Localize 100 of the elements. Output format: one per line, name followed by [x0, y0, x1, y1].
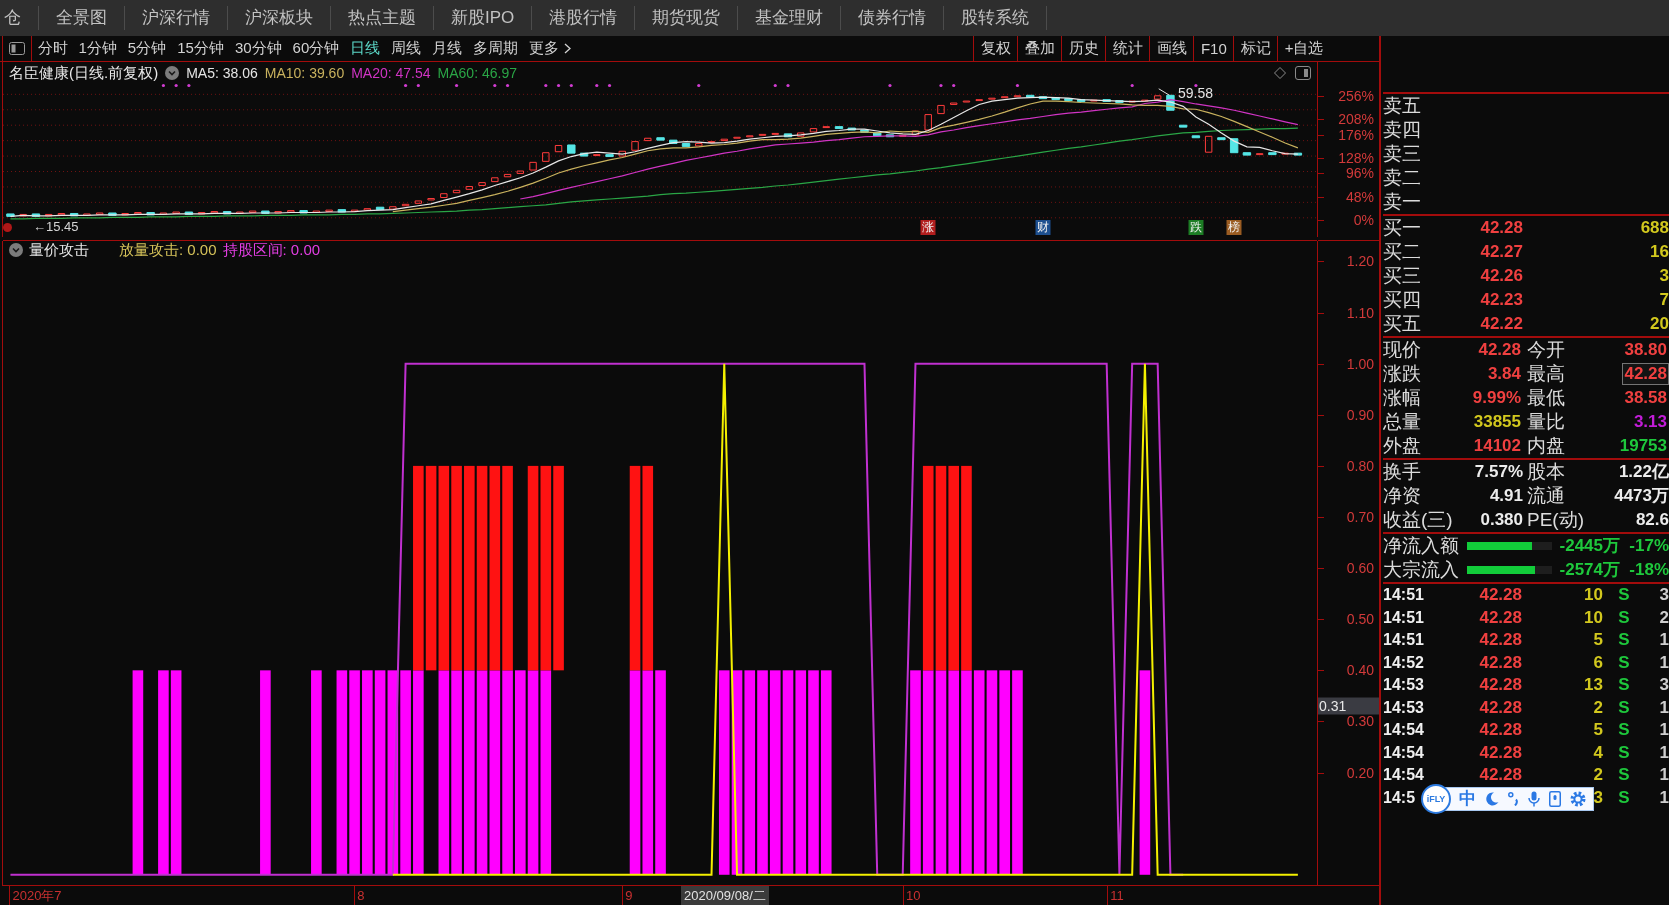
axis-label: 1.20: [1346, 253, 1374, 270]
axis-label: 0.20: [1346, 764, 1374, 781]
bid-volume: 7: [1659, 289, 1669, 311]
trade-side: S: [1618, 674, 1630, 696]
trade-time: 14:52: [1383, 652, 1424, 673]
quote-label: 外盘: [1383, 434, 1421, 458]
trade-volume: 10: [1584, 606, 1603, 629]
trade-volume: 3: [1593, 786, 1603, 809]
order-level-label: 卖四: [1383, 118, 1421, 142]
quote-value: 4.91: [1489, 485, 1523, 507]
quote-label: 净资: [1383, 484, 1421, 508]
trade-number: 1: [1659, 741, 1669, 764]
trade-volume: 2: [1593, 764, 1603, 786]
bid-volume: 688: [1640, 217, 1669, 239]
flow-amount: -2445万: [1559, 535, 1620, 557]
quote-label: 涨跌: [1383, 362, 1421, 386]
quote-value: 0.380: [1480, 509, 1523, 531]
axis-label: 0%: [1353, 211, 1374, 228]
quote-label: 收益(三): [1383, 508, 1453, 532]
trade-number: 2: [1659, 606, 1669, 629]
trade-number: 3: [1659, 674, 1669, 696]
axis-label: 48%: [1345, 188, 1374, 205]
bid-price: 42.28: [1480, 217, 1523, 239]
trade-side: S: [1618, 741, 1630, 764]
axis-label: 128%: [1338, 150, 1374, 166]
flow-label: 净流入额: [1383, 534, 1459, 558]
quote-value: 19753: [1618, 435, 1668, 457]
bid-price: 42.22: [1480, 313, 1523, 335]
quote-value: 14102: [1472, 435, 1522, 457]
trade-side: S: [1618, 696, 1630, 719]
average-value: MA20: 47.54: [351, 64, 431, 82]
quote-label: 内盘: [1527, 434, 1565, 458]
trade-number: 1: [1659, 696, 1669, 719]
quote-label: 最高: [1527, 362, 1565, 386]
order-level-label: 买二: [1383, 240, 1421, 264]
cursor-date-label: 2020/09/08/二: [681, 886, 769, 905]
trade-side: S: [1618, 764, 1630, 786]
quote-value: 3.13: [1632, 411, 1668, 433]
trade-time: 14:53: [1383, 675, 1424, 695]
trade-side: S: [1618, 786, 1630, 809]
order-level-label: 买四: [1383, 288, 1421, 312]
order-level-label: 卖一: [1383, 190, 1421, 214]
quote-value: 33855: [1472, 411, 1522, 433]
quote-label: 最低: [1527, 386, 1565, 410]
quote-value: 3.84: [1486, 363, 1522, 385]
axis-label: 0.80: [1346, 457, 1374, 474]
trade-volume: 10: [1584, 584, 1603, 606]
axis-label: 208%: [1338, 111, 1374, 128]
trade-price: 42.28: [1479, 719, 1522, 741]
trade-number: 1: [1659, 629, 1669, 651]
axis-label: 96%: [1345, 165, 1374, 182]
average-value: MA60: 46.97: [437, 64, 517, 82]
quote-value: 38.80: [1623, 339, 1668, 361]
axis-label: 2020年7: [9, 886, 62, 905]
trade-price: 42.28: [1479, 606, 1522, 629]
trade-price: 42.28: [1479, 741, 1522, 764]
indicator-value: 放量攻击: 0.00: [119, 241, 217, 259]
axis-label: 1.10: [1346, 304, 1374, 321]
bid-price: 42.26: [1480, 265, 1523, 287]
trade-volume: 2: [1593, 696, 1603, 719]
trade-volume: 5: [1593, 629, 1603, 651]
quote-label: 换手: [1383, 460, 1421, 484]
quote-label: 现价: [1383, 338, 1421, 362]
trade-price: 42.28: [1479, 674, 1522, 696]
axis-label: 1.00: [1346, 355, 1374, 372]
trade-number: 1: [1659, 786, 1669, 809]
quote-label: 股本: [1527, 460, 1565, 484]
axis-label: 0.60: [1346, 560, 1374, 577]
quote-value: 1.22亿: [1618, 461, 1669, 483]
trade-side: S: [1618, 606, 1630, 629]
axis-label: 9: [622, 886, 633, 905]
trade-number: 1: [1659, 764, 1669, 786]
quote-label: 流通: [1527, 484, 1565, 508]
order-level-label: 卖二: [1383, 166, 1421, 190]
chart-title: 名臣健康(日线.前复权): [9, 64, 159, 82]
axis-label: 8: [354, 886, 365, 905]
trade-volume: 5: [1593, 719, 1603, 741]
low-price-label: ←15.45: [33, 220, 79, 234]
trade-price: 42.28: [1479, 651, 1522, 674]
trade-time: 14:5: [1383, 787, 1416, 808]
quote-value: 38.58: [1623, 387, 1668, 409]
trade-volume: 13: [1584, 674, 1603, 696]
quote-value: 4473万: [1614, 485, 1669, 507]
flow-percent: -18%: [1629, 559, 1669, 581]
quote-label: 总量: [1383, 410, 1421, 434]
axis-label: 0.70: [1346, 509, 1374, 525]
trade-time: 14:51: [1383, 607, 1424, 628]
order-level-label: 买一: [1383, 216, 1421, 240]
indicator-title: 量价攻击: [29, 241, 89, 259]
trade-side: S: [1618, 629, 1630, 651]
flow-amount: -2574万: [1559, 559, 1620, 581]
axis-label: 176%: [1338, 126, 1374, 143]
quote-value: 7.57%: [1474, 461, 1523, 483]
axis-label: 11: [1107, 886, 1124, 905]
trade-time: 14:54: [1383, 742, 1424, 763]
bid-volume: 16: [1650, 241, 1669, 263]
trade-time: 14:51: [1383, 585, 1424, 605]
average-value: MA10: 39.60: [264, 64, 345, 82]
axis-label: 0.40: [1346, 662, 1374, 679]
axis-label: 10: [903, 886, 921, 905]
